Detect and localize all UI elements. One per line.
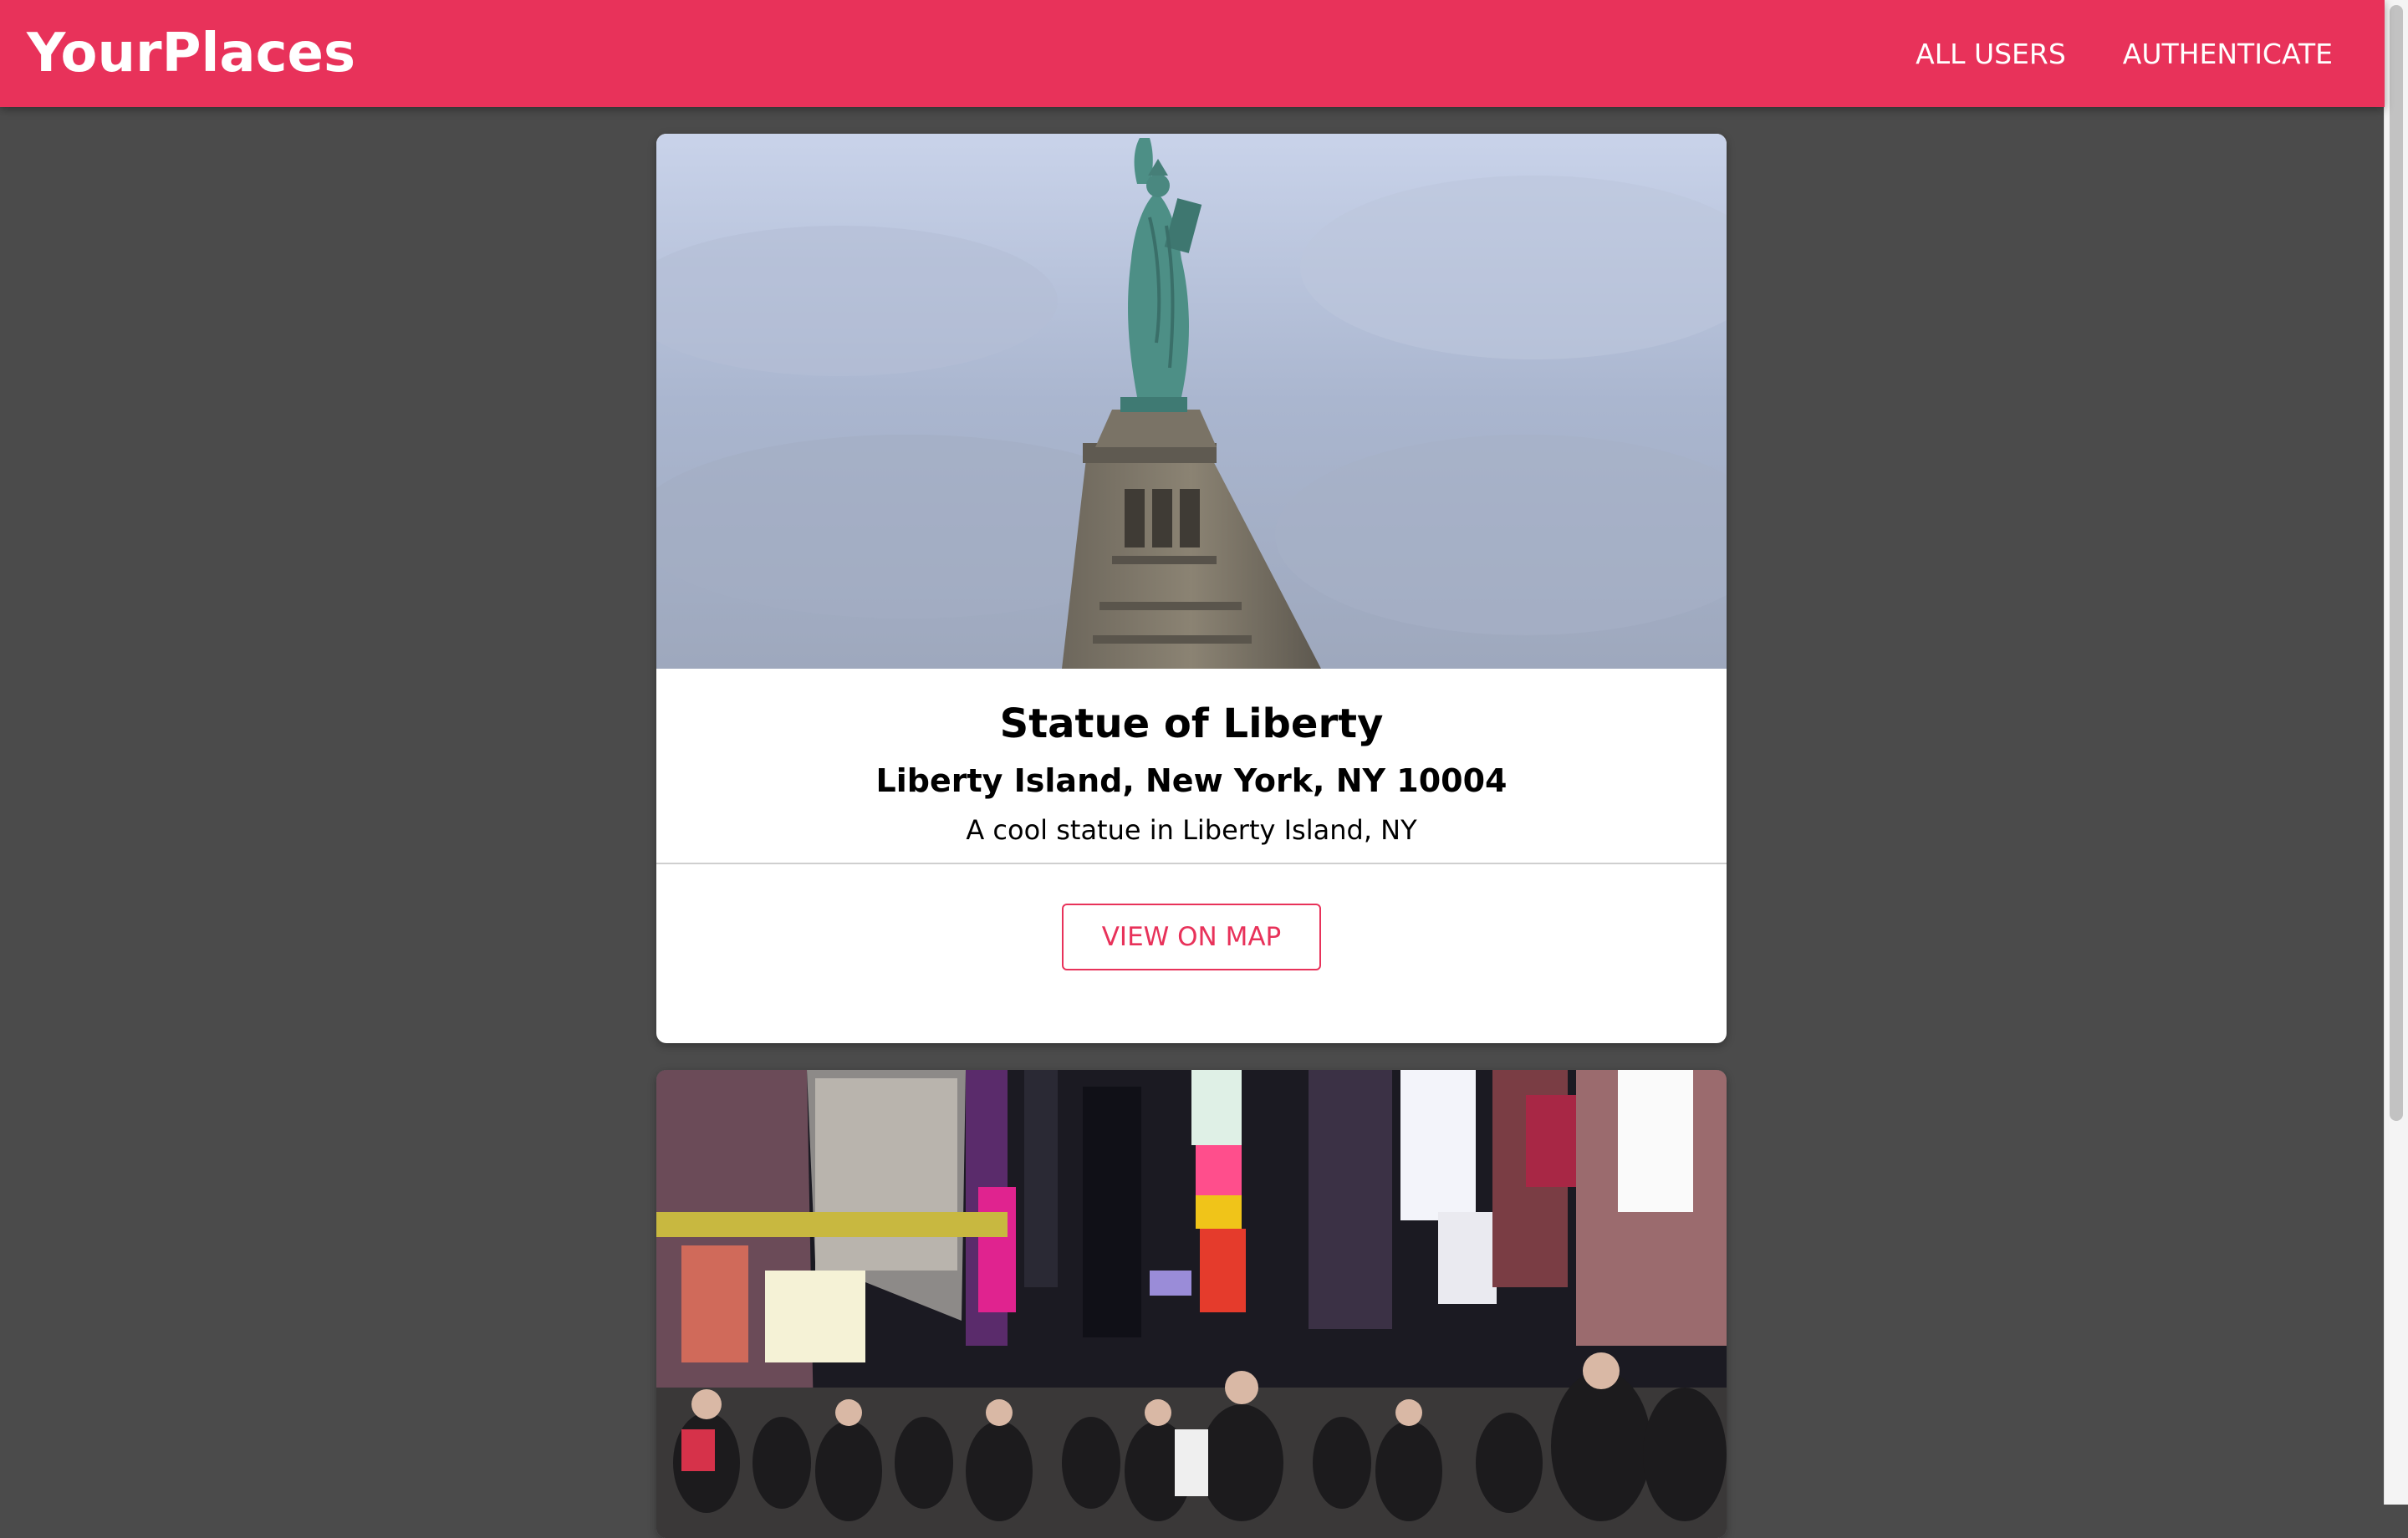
nav-link-authenticate[interactable]: AUTHENTICATE (2123, 33, 2333, 75)
scrollbar-thumb[interactable] (2390, 5, 2403, 1121)
place-description: A cool statue in Liberty Island, NY (966, 814, 1417, 846)
page-scrollbar[interactable] (2384, 0, 2408, 1505)
main-header: YourPlaces ALL USERS AUTHENTICATE (0, 0, 2385, 107)
place-image-statue-of-liberty (656, 134, 1727, 669)
nav-link-all-users[interactable]: ALL USERS (1916, 33, 2066, 75)
app-logo[interactable]: YourPlaces (27, 18, 355, 89)
view-on-map-button[interactable]: VIEW ON MAP (1062, 904, 1321, 970)
place-address: Liberty Island, New York, NY 10004 (875, 762, 1508, 799)
place-title: Statue of Liberty (999, 700, 1384, 747)
place-card: Statue of Liberty Liberty Island, New Yo… (656, 134, 1727, 1043)
place-image-times-square (656, 1070, 1727, 1538)
place-card (656, 1070, 1727, 1538)
place-actions: VIEW ON MAP (656, 863, 1727, 1043)
place-info: Statue of Liberty Liberty Island, New Yo… (656, 669, 1727, 863)
main-navigation: ALL USERS AUTHENTICATE (1916, 33, 2333, 75)
